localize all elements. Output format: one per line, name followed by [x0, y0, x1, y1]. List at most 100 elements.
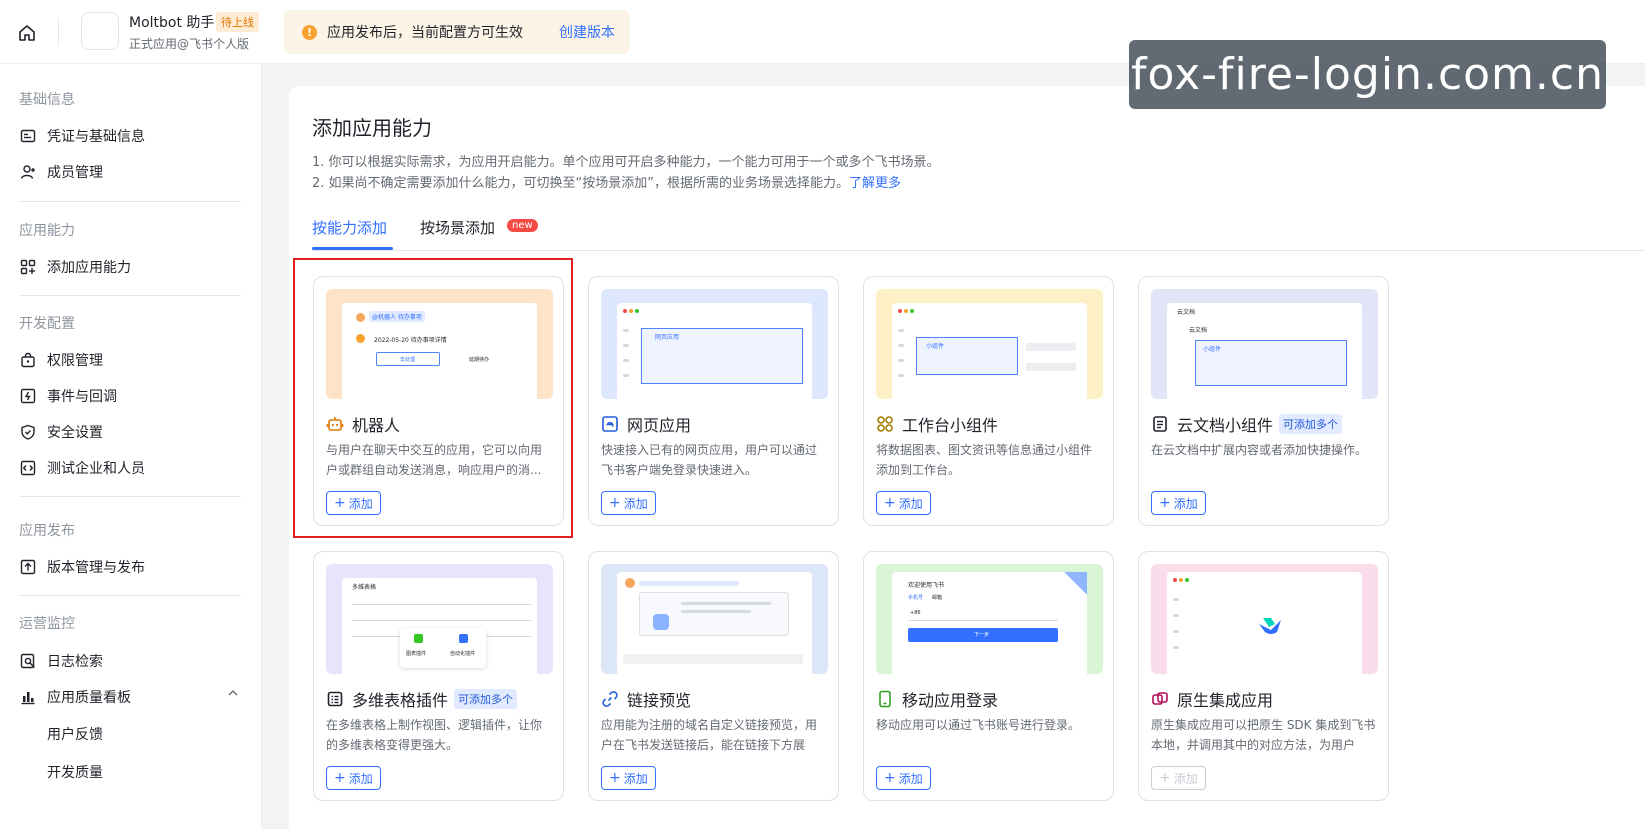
add-button[interactable]: + 添加 — [876, 491, 931, 515]
sidebar-line — [898, 329, 904, 332]
add-label: 添加 — [623, 771, 648, 786]
sidebar-item-credentials[interactable]: 凭证与基础信息 — [19, 125, 145, 147]
card-description: 原生集成应用可以把原生 SDK 集成到飞书本地，并调用其中的对应方法，为用户提.… — [1151, 718, 1376, 752]
card-title-text: 工作台小组件 — [902, 416, 999, 435]
page-title: 添加应用能力 — [312, 116, 432, 140]
sidebar-section-capability: 应用能力 — [19, 223, 75, 239]
chevron-up-icon[interactable] — [227, 687, 239, 703]
card-title-text: 原生集成应用 — [1177, 691, 1274, 710]
add-label: 添加 — [898, 496, 923, 511]
doc-icon — [1151, 415, 1169, 433]
code-icon — [19, 459, 37, 477]
learn-more-link[interactable]: 了解更多 — [849, 176, 901, 191]
preview-label: 自动化插件 — [450, 651, 476, 657]
card-title: 云文档小组件 可添加多个 — [1151, 412, 1343, 436]
card-description: 在云文档中扩展内容或者添加快捷操作。 — [1151, 443, 1368, 457]
preview-title: 云文档 — [1177, 309, 1196, 316]
doc-widget-preview-image: 云文档 云文档 小组件 — [1151, 289, 1378, 399]
window-dot — [1185, 578, 1189, 582]
add-button[interactable]: + 添加 — [326, 766, 381, 790]
capability-card-doc-widget[interactable]: 云文档 云文档 小组件 云文档小组件 可添加多个 在云文档中扩展内容或者添加快捷… — [1138, 276, 1389, 526]
table-plugin-preview-image: 多维表格 图表插件 自动化插件 — [326, 564, 553, 674]
sidebar-divider — [19, 595, 241, 596]
create-version-link[interactable]: 创建版本 — [559, 22, 615, 42]
add-button[interactable]: + 添加 — [1151, 491, 1206, 515]
sidebar-line — [623, 359, 629, 362]
capability-card-table-plugin[interactable]: 多维表格 图表插件 自动化插件 多维表格插件 可添加多个 在多维表格上制作视图、… — [313, 551, 564, 801]
card-title-text: 网页应用 — [627, 416, 692, 435]
add-button[interactable]: + 添加 — [1151, 766, 1206, 790]
web-app-preview-image: 网页应用 — [601, 289, 828, 399]
capability-card-mobile-login[interactable]: 欢迎使用飞书 手机号 邮箱 +86 下一步 移动应用登录 移动应用可以通过飞书账… — [863, 551, 1114, 801]
card-title: 移动应用登录 — [876, 687, 998, 711]
sidebar-item-permissions[interactable]: 权限管理 — [19, 349, 103, 371]
card-title-text: 多维表格插件 — [352, 691, 449, 710]
text-line — [681, 610, 751, 613]
capability-card-native-app[interactable]: 原生集成应用 原生集成应用可以把原生 SDK 集成到飞书本地，并调用其中的对应方… — [1138, 551, 1389, 801]
add-label: 添加 — [898, 771, 923, 786]
card-title-text: 云文档小组件 — [1177, 416, 1274, 435]
add-button[interactable]: + 添加 — [601, 766, 656, 790]
user-add-icon — [19, 163, 37, 181]
sidebar-line — [1173, 598, 1179, 601]
sidebar-section-monitor: 运营监控 — [19, 616, 75, 632]
preview-title: 多维表格 — [352, 584, 377, 591]
sidebar-item-quality-board[interactable]: 应用质量看板 — [19, 686, 131, 708]
sidebar-line — [1173, 630, 1179, 633]
link-icon — [601, 690, 619, 708]
status-badge: 待上线 — [216, 12, 259, 32]
sidebar-item-user-feedback[interactable]: 用户反馈 — [47, 724, 103, 744]
description-text: 2. 如果尚不确定需要添加什么能力，可切换至“按场景添加”，根据所需的业务场景选… — [312, 176, 850, 191]
sidebar-item-version[interactable]: 版本管理与发布 — [19, 556, 145, 578]
preview-box-label: 小组件 — [926, 343, 945, 350]
tab-by-scenario[interactable]: 按场景添加 — [420, 217, 495, 238]
add-button[interactable]: + 添加 — [876, 766, 931, 790]
sidebar-item-log-search[interactable]: 日志检索 — [19, 650, 103, 672]
card-description: 应用能为注册的域名自定义链接预览，用户在飞书发送链接后，能在链接下方展示... — [601, 718, 818, 752]
id-card-icon — [19, 127, 37, 145]
warning-icon: ! — [302, 24, 317, 40]
preview-block — [1026, 363, 1076, 371]
window-dot — [635, 309, 639, 313]
sidebar-item-label: 测试企业和人员 — [47, 461, 145, 477]
text-line — [681, 602, 771, 605]
preview-subtitle: 云文档 — [1189, 327, 1208, 334]
sidebar-line — [623, 329, 629, 332]
preview-tab: 手机号 — [908, 595, 924, 601]
window-dot — [1173, 578, 1177, 582]
lock-bag-icon — [19, 351, 37, 369]
capability-card-web-app[interactable]: 网页应用 网页应用 快速接入已有的网页应用，用户可以通过飞书客户端免登录快速进入… — [588, 276, 839, 526]
mobile-icon — [876, 690, 894, 708]
plus-icon: + — [1159, 495, 1171, 511]
preview-button-label: 下一步 — [974, 632, 990, 638]
card-title: 原生集成应用 — [1151, 687, 1273, 711]
tab-by-capability[interactable]: 按能力添加 — [312, 217, 387, 238]
sidebar-item-add-capability[interactable]: 添加应用能力 — [19, 256, 131, 278]
capability-card-link-preview[interactable]: 链接预览 应用能为注册的域名自定义链接预览，用户在飞书发送链接后，能在链接下方展… — [588, 551, 839, 801]
input-line — [908, 620, 1058, 621]
sidebar-line — [898, 359, 904, 362]
sidebar-item-security[interactable]: 安全设置 — [19, 421, 103, 443]
sidebar-item-label: 版本管理与发布 — [47, 560, 145, 576]
sidebar-item-label: 应用质量看板 — [47, 690, 131, 706]
home-icon[interactable] — [14, 20, 40, 46]
preview-code: +86 — [910, 610, 921, 616]
link-preview-image — [601, 564, 828, 674]
sidebar-item-members[interactable]: 成员管理 — [19, 161, 103, 183]
card-title: 网页应用 — [601, 412, 691, 436]
sidebar-item-test-tenant[interactable]: 测试企业和人员 — [19, 457, 145, 479]
plus-icon: + — [1159, 770, 1171, 786]
sidebar-item-dev-quality[interactable]: 开发质量 — [47, 762, 103, 782]
sidebar-item-events[interactable]: 事件与回调 — [19, 385, 117, 407]
window-dot — [910, 309, 914, 313]
description-line-2: 2. 如果尚不确定需要添加什么能力，可切换至“按场景添加”，根据所需的业务场景选… — [312, 172, 901, 191]
bar-chart-icon — [19, 688, 37, 706]
window-dot — [629, 309, 633, 313]
plus-icon: + — [884, 495, 896, 511]
card-title: 链接预览 — [601, 687, 691, 711]
window-dot — [904, 309, 908, 313]
capability-card-widget[interactable]: 小组件 工作台小组件 将数据图表、图文资讯等信息通过小组件添加到工作台。 + 添加 — [863, 276, 1114, 526]
grid-line — [352, 604, 532, 605]
sidebar-item-label: 事件与回调 — [47, 389, 117, 405]
add-button[interactable]: + 添加 — [601, 491, 656, 515]
